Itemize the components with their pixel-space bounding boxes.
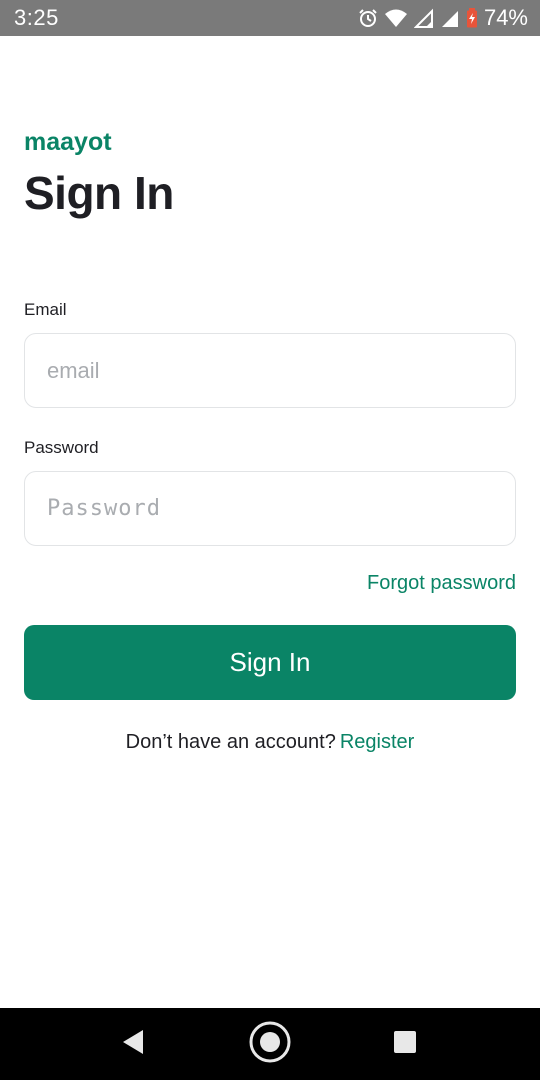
back-button[interactable] [93,1008,173,1080]
home-button[interactable] [230,1008,310,1080]
password-label: Password [24,438,99,457]
recents-icon [393,1030,417,1059]
recents-button[interactable] [365,1008,445,1080]
status-icons: 74% [358,5,528,31]
navigation-bar [0,1008,540,1080]
brand-logo: maayot [24,128,112,156]
sign-in-button[interactable]: Sign In [24,625,516,700]
status-bar: 3:25 74% [0,0,540,36]
register-row: Don’t have an account? Register [0,731,540,754]
home-icon [248,1020,292,1069]
register-prompt: Don’t have an account? [125,731,336,753]
email-field[interactable] [24,333,516,408]
signal-icon [440,8,460,28]
signal-icon [413,8,434,28]
battery-icon [466,8,478,28]
alarm-icon [358,8,378,28]
wifi-icon [384,8,408,28]
register-link[interactable]: Register [340,731,414,753]
forgot-password-link[interactable]: Forgot password [367,572,516,595]
password-field[interactable] [24,471,516,546]
email-label: Email [24,300,67,319]
battery-percent: 74% [483,5,528,30]
status-time: 3:25 [14,5,59,30]
sign-in-screen: 3:25 74% maayot Sign In Email email Pass… [0,0,540,1080]
page-title: Sign In [24,167,174,219]
back-icon [121,1029,145,1060]
